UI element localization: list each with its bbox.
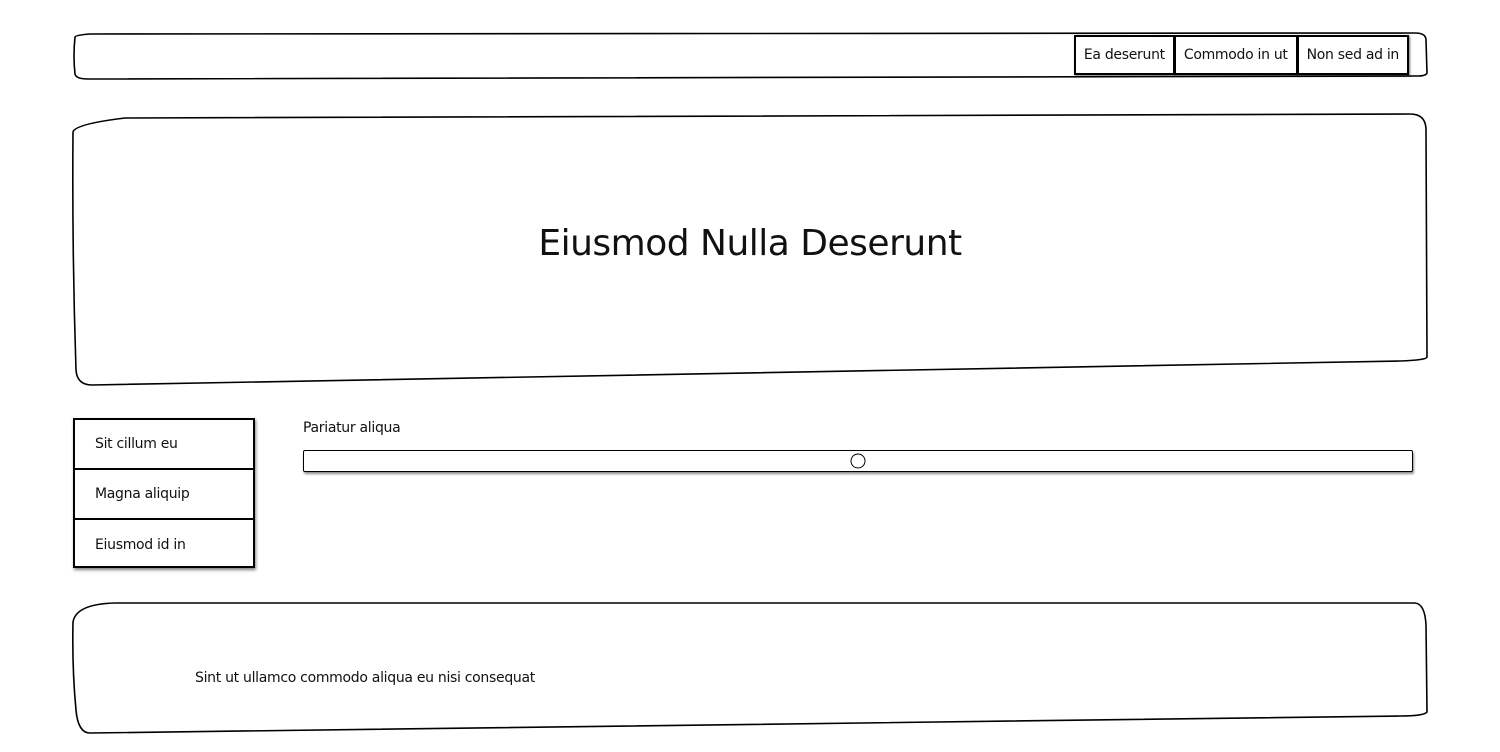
sidebar-list: Sit cillum eu Magna aliquip Eiusmod id i… (73, 418, 255, 568)
hero-title: Eiusmod Nulla Deserunt (538, 223, 962, 264)
sidebar-item[interactable]: Eiusmod id in (75, 520, 253, 570)
nav-button-group: Ea deserunt Commodo in ut Non sed ad in (1073, 35, 1409, 77)
footer-outline (72, 602, 1428, 734)
sidebar-item-label: Magna aliquip (95, 486, 190, 502)
footer-text: Sint ut ullamco commodo aliqua eu nisi c… (195, 670, 535, 686)
sidebar-item-label: Sit cillum eu (95, 436, 178, 452)
sidebar-item[interactable]: Magna aliquip (75, 470, 253, 520)
slider-thumb[interactable] (850, 453, 866, 469)
nav-button[interactable]: Ea deserunt (1073, 35, 1175, 75)
sidebar-item[interactable]: Sit cillum eu (75, 420, 253, 470)
sketch-outlines (72, 32, 1428, 734)
slider-track[interactable] (303, 450, 1413, 472)
top-navbar: Ea deserunt Commodo in ut Non sed ad in (73, 33, 1427, 79)
slider-label: Pariatur aliqua (303, 420, 401, 436)
nav-button[interactable]: Commodo in ut (1173, 35, 1298, 75)
nav-button[interactable]: Non sed ad in (1296, 35, 1409, 75)
sidebar-item-label: Eiusmod id in (95, 537, 186, 553)
